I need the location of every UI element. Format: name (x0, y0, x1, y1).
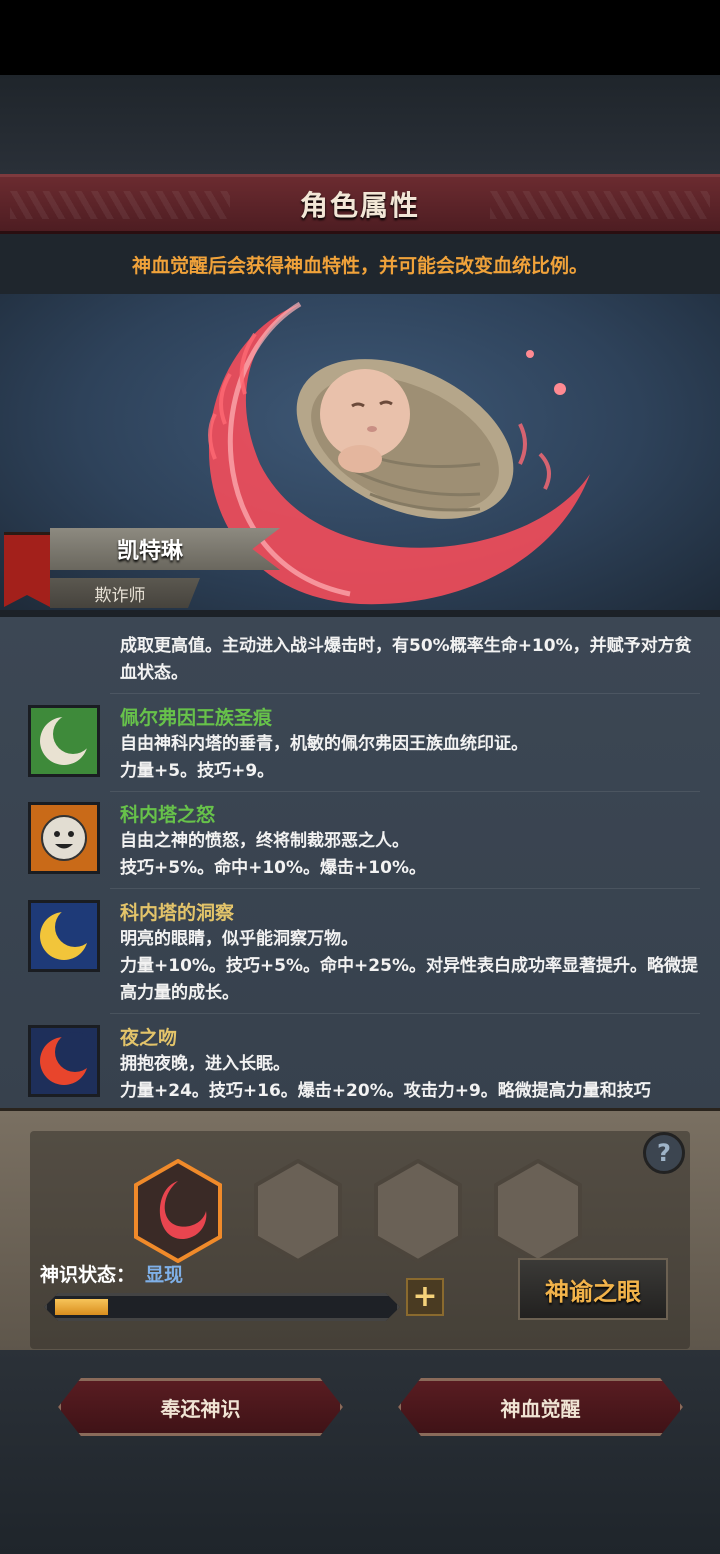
divine-state-label: 神识状态： 显现 (40, 1260, 183, 1287)
state-label-text: 神识状态： (40, 1264, 136, 1286)
name-banner: 凯特琳 (0, 528, 280, 572)
trait-stats: 力量+10%。技巧+5%。命中+25%。对异性表白成功率显著提升。略微提高力量的… (120, 956, 698, 1003)
divine-progress-bar (44, 1293, 400, 1321)
divider (110, 693, 700, 694)
help-button[interactable]: ? (643, 1132, 685, 1174)
trait-name: 科内塔之怒 (120, 804, 216, 826)
plus-button[interactable]: + (406, 1278, 444, 1316)
divine-slot-empty[interactable] (372, 1159, 464, 1263)
divider (110, 888, 700, 889)
character-name: 凯特琳 (116, 539, 183, 564)
hint-strip: 神血觉醒后会获得神血特性，并可能会改变血统比例。 (0, 234, 720, 294)
red-moon-icon (28, 1025, 100, 1097)
smiling-sun-icon (28, 802, 100, 874)
character-class: 欺诈师 (94, 585, 146, 606)
trait-desc: 拥抱夜晚，进入长眠。 (120, 1054, 290, 1074)
oracle-eye-button[interactable]: 神谕之眼 (518, 1258, 668, 1320)
page-title: 角色属性 (299, 189, 420, 222)
title-bar: 角色属性 (0, 174, 720, 234)
trait-stats: 技巧+5%。命中+10%。爆击+10%。 (120, 858, 426, 878)
class-plate: 欺诈师 (50, 578, 200, 608)
blood-awaken-button[interactable]: 神血觉醒 (398, 1378, 683, 1436)
divider (110, 1013, 700, 1014)
moon-crescent-icon (28, 705, 100, 777)
trait-desc: 明亮的眼睛，似乎能洞察万物。 (120, 929, 358, 949)
name-plate: 凯特琳 (50, 528, 280, 570)
return-divine-sense-button[interactable]: 奉还神识 (58, 1378, 343, 1436)
trait-desc: 自由神科内塔的垂青，机敏的佩尔弗因王族血统印证。 (120, 734, 528, 754)
trait-continued-text: 成取更高值。主动进入战斗爆击时，有50%概率生命+10%，并赋予对方贫血状态。 (120, 636, 692, 683)
divine-slot-active[interactable] (132, 1159, 224, 1263)
hint-text: 神血觉醒后会获得神血特性，并可能会改变血统比例。 (131, 254, 588, 277)
trait-name: 科内塔的洞察 (120, 902, 235, 924)
trait-list[interactable]: 成取更高值。主动进入战斗爆击时，有50%概率生命+10%，并赋予对方贫血状态。 … (0, 615, 720, 1109)
trait-desc: 自由之神的愤怒，终将制裁邪恶之人。 (120, 831, 409, 851)
status-bar (0, 0, 720, 75)
divider (110, 791, 700, 792)
state-value: 显现 (145, 1264, 184, 1286)
trait-name: 夜之吻 (120, 1027, 178, 1049)
trait-name: 佩尔弗因王族圣痕 (120, 707, 273, 729)
progress-fill (55, 1299, 108, 1315)
backdrop (0, 75, 720, 175)
divine-slot-empty[interactable] (492, 1159, 584, 1263)
trait-stats: 力量+24。技巧+16。爆击+20%。攻击力+9。略微提高力量和技巧 (120, 1081, 651, 1101)
divine-slot-empty[interactable] (252, 1159, 344, 1263)
golden-moon-icon (28, 900, 100, 972)
trait-stats: 力量+5。技巧+9。 (120, 761, 275, 781)
